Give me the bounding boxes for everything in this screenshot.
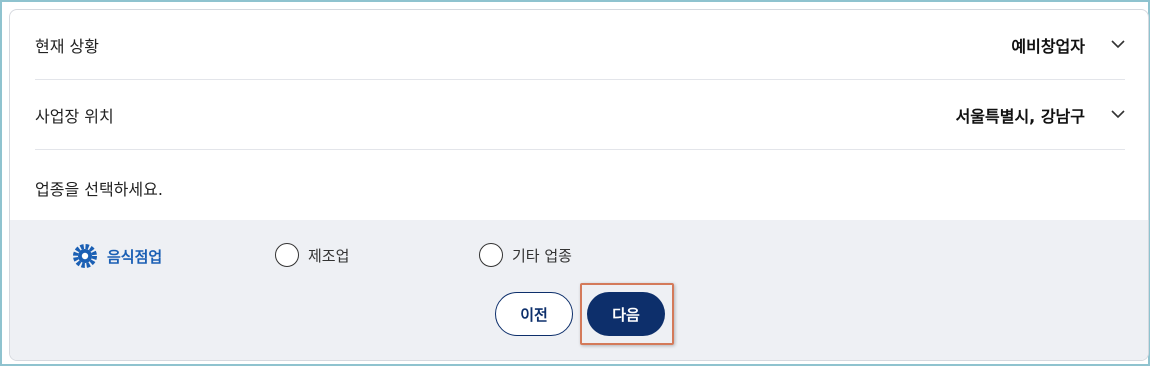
- industry-prompt: 업종을 선택하세요.: [35, 180, 163, 199]
- business-location-value: 서울특별시, 강남구: [955, 106, 1085, 126]
- industry-option-other[interactable]: 기타 업종: [479, 243, 572, 267]
- current-status-row: 현재 상황 예비창업자: [35, 10, 1125, 80]
- industry-option-restaurant[interactable]: 음식점업: [72, 243, 162, 269]
- screenshot-frame: 현재 상황 예비창업자 사업장 위치 서울특별시, 강남구 업종을 선택하세요.: [0, 0, 1150, 366]
- industry-option-label: 제조업: [308, 246, 350, 265]
- business-location-dropdown[interactable]: 서울특별시, 강남구: [956, 103, 1125, 127]
- next-button[interactable]: 다음: [587, 292, 665, 336]
- business-location-row: 사업장 위치 서울특별시, 강남구: [35, 80, 1125, 150]
- industry-options-panel: 음식점업 제조업 기타 업종 이전 다음: [10, 220, 1148, 360]
- current-status-dropdown[interactable]: 예비창업자: [1011, 33, 1125, 57]
- radio-selected-icon: [72, 243, 98, 269]
- current-status-value: 예비창업자: [1011, 36, 1085, 56]
- industry-option-manufacturing[interactable]: 제조업: [275, 243, 349, 267]
- radio-unselected-icon: [275, 243, 299, 267]
- business-location-label: 사업장 위치: [35, 106, 114, 126]
- prev-button[interactable]: 이전: [495, 292, 573, 336]
- business-info-card: 현재 상황 예비창업자 사업장 위치 서울특별시, 강남구 업종을 선택하세요.: [9, 9, 1149, 361]
- radio-unselected-icon: [479, 243, 503, 267]
- industry-option-label: 기타 업종: [512, 246, 572, 265]
- chevron-down-icon: [1111, 108, 1125, 122]
- industry-option-label: 음식점업: [107, 247, 163, 266]
- chevron-down-icon: [1111, 38, 1125, 52]
- current-status-label: 현재 상황: [35, 36, 99, 56]
